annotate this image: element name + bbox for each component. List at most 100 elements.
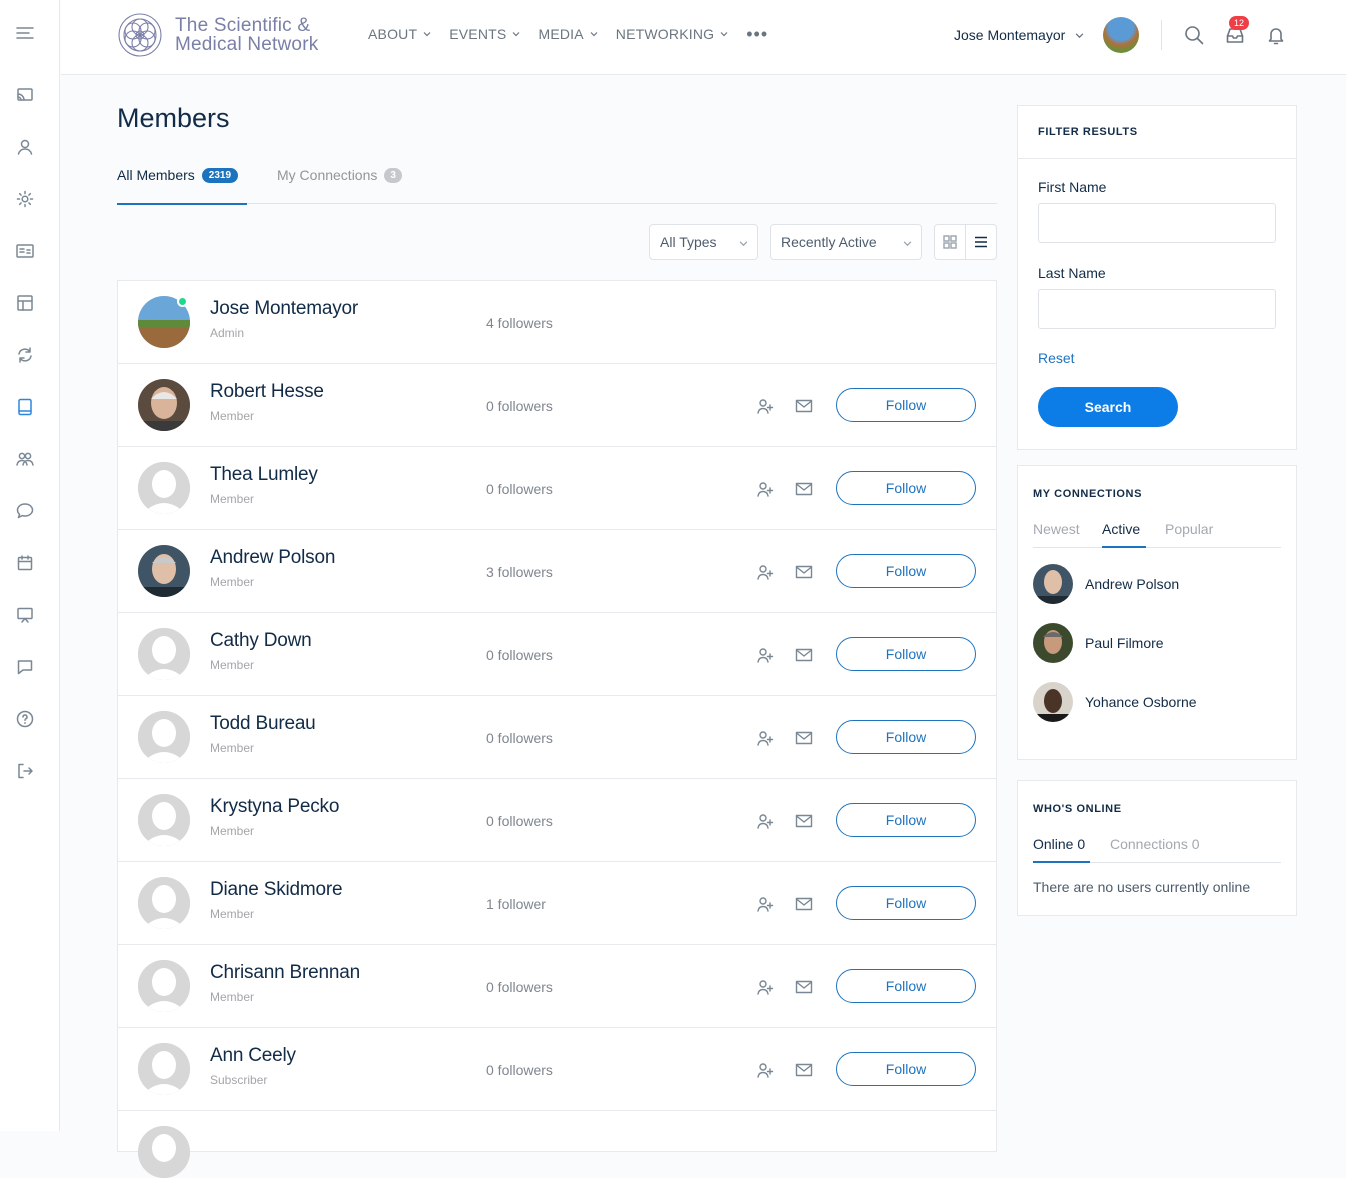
nav-events[interactable]: EVENTS <box>449 26 520 42</box>
member-avatar[interactable] <box>138 545 190 597</box>
sync-icon[interactable] <box>13 343 37 367</box>
search-icon[interactable] <box>1183 24 1205 46</box>
search-button[interactable]: Search <box>1038 387 1178 427</box>
follow-button[interactable]: Follow <box>836 720 976 754</box>
member-name[interactable]: Diane Skidmore <box>210 879 343 901</box>
add-friend-icon[interactable] <box>756 480 774 498</box>
member-avatar[interactable] <box>138 1126 190 1178</box>
member-type-select[interactable]: All Types <box>649 224 758 260</box>
forum-message-icon[interactable] <box>13 655 37 679</box>
member-name[interactable]: Ann Ceely <box>210 1045 296 1067</box>
member-avatar[interactable] <box>138 379 190 431</box>
member-name[interactable]: Todd Bureau <box>210 713 316 735</box>
member-name[interactable]: Thea Lumley <box>210 464 318 486</box>
presentation-icon[interactable] <box>13 603 37 627</box>
chevron-down-icon <box>590 32 598 37</box>
add-friend-icon[interactable] <box>756 978 774 996</box>
connection-name[interactable]: Andrew Polson <box>1085 576 1179 592</box>
message-mail-icon[interactable] <box>795 812 813 830</box>
add-friend-icon[interactable] <box>756 895 774 913</box>
calendar-icon[interactable] <box>13 551 37 575</box>
member-avatar[interactable] <box>138 794 190 846</box>
message-mail-icon[interactable] <box>795 729 813 747</box>
add-friend-icon[interactable] <box>756 397 774 415</box>
add-friend-icon[interactable] <box>756 729 774 747</box>
follow-button[interactable]: Follow <box>836 886 976 920</box>
connection-item[interactable]: Andrew Polson <box>1033 564 1179 604</box>
tab-popular[interactable]: Popular <box>1165 521 1213 537</box>
message-mail-icon[interactable] <box>795 563 813 581</box>
follow-button[interactable]: Follow <box>836 969 976 1003</box>
connection-name[interactable]: Paul Filmore <box>1085 635 1164 651</box>
main-nav: ABOUT EVENTS MEDIA NETWORKING ••• <box>368 25 786 43</box>
follow-button[interactable]: Follow <box>836 803 976 837</box>
list-view-icon[interactable] <box>966 225 996 259</box>
sort-order-select[interactable]: Recently Active <box>770 224 922 260</box>
follow-button[interactable]: Follow <box>836 637 976 671</box>
connection-item[interactable]: Paul Filmore <box>1033 623 1164 663</box>
last-name-input[interactable] <box>1038 289 1276 329</box>
connection-avatar[interactable] <box>1033 623 1073 663</box>
nav-media[interactable]: MEDIA <box>538 26 598 42</box>
follow-button[interactable]: Follow <box>836 388 976 422</box>
connection-avatar[interactable] <box>1033 682 1073 722</box>
member-avatar[interactable] <box>138 1043 190 1095</box>
member-name[interactable]: Cathy Down <box>210 630 312 652</box>
connection-item[interactable]: Yohance Osborne <box>1033 682 1197 722</box>
add-friend-icon[interactable] <box>756 812 774 830</box>
user-avatar[interactable] <box>1103 17 1139 53</box>
member-avatar[interactable] <box>138 711 190 763</box>
tab-online-connections[interactable]: Connections 0 <box>1110 836 1200 852</box>
member-name[interactable]: Andrew Polson <box>210 547 335 569</box>
add-friend-icon[interactable] <box>756 1061 774 1079</box>
follow-button[interactable]: Follow <box>836 554 976 588</box>
first-name-input[interactable] <box>1038 203 1276 243</box>
brand-line1: The Scientific & <box>175 15 311 36</box>
tab-active[interactable]: Active <box>1102 521 1140 537</box>
user-menu[interactable]: Jose Montemayor <box>954 27 1084 43</box>
message-mail-icon[interactable] <box>795 646 813 664</box>
id-card-icon[interactable] <box>13 239 37 263</box>
member-avatar[interactable] <box>138 960 190 1012</box>
layout-icon[interactable] <box>13 291 37 315</box>
member-name[interactable]: Robert Hesse <box>210 381 324 403</box>
connection-name[interactable]: Yohance Osborne <box>1085 694 1197 710</box>
tab-online[interactable]: Online 0 <box>1033 836 1085 852</box>
member-name[interactable]: Jose Montemayor <box>210 298 358 320</box>
add-friend-icon[interactable] <box>756 563 774 581</box>
profile-icon[interactable] <box>13 135 37 159</box>
settings-gear-icon[interactable] <box>13 187 37 211</box>
add-friend-icon[interactable] <box>756 646 774 664</box>
nav-more-button[interactable]: ••• <box>746 25 768 43</box>
chat-bubble-icon[interactable] <box>13 499 37 523</box>
help-icon[interactable] <box>13 707 37 731</box>
member-name[interactable]: Krystyna Pecko <box>210 796 339 818</box>
message-mail-icon[interactable] <box>795 397 813 415</box>
tab-my-connections[interactable]: My Connections 3 <box>277 164 402 186</box>
connection-avatar[interactable] <box>1033 564 1073 604</box>
follow-button[interactable]: Follow <box>836 1052 976 1086</box>
tab-newest[interactable]: Newest <box>1033 521 1080 537</box>
site-logo[interactable]: The Scientific & Medical Network <box>117 12 318 58</box>
tab-all-members[interactable]: All Members 2319 <box>117 164 239 186</box>
notification-bell-icon[interactable] <box>1265 24 1287 46</box>
member-avatar[interactable] <box>138 462 190 514</box>
message-mail-icon[interactable] <box>795 978 813 996</box>
member-avatar[interactable] <box>138 628 190 680</box>
grid-view-icon[interactable] <box>935 225 966 259</box>
member-name[interactable]: Chrisann Brennan <box>210 962 360 984</box>
message-mail-icon[interactable] <box>795 895 813 913</box>
logout-icon[interactable] <box>13 759 37 783</box>
message-mail-icon[interactable] <box>795 1061 813 1079</box>
follow-button[interactable]: Follow <box>836 471 976 505</box>
member-avatar[interactable] <box>138 877 190 929</box>
message-mail-icon[interactable] <box>795 480 813 498</box>
reset-link[interactable]: Reset <box>1038 350 1075 366</box>
chevron-down-icon <box>423 32 431 37</box>
cast-icon[interactable] <box>13 83 37 107</box>
nav-about[interactable]: ABOUT <box>368 26 431 42</box>
members-book-icon[interactable] <box>13 395 37 419</box>
groups-icon[interactable] <box>13 447 37 471</box>
nav-networking[interactable]: NETWORKING <box>616 26 728 42</box>
menu-toggle-icon[interactable] <box>13 21 37 45</box>
